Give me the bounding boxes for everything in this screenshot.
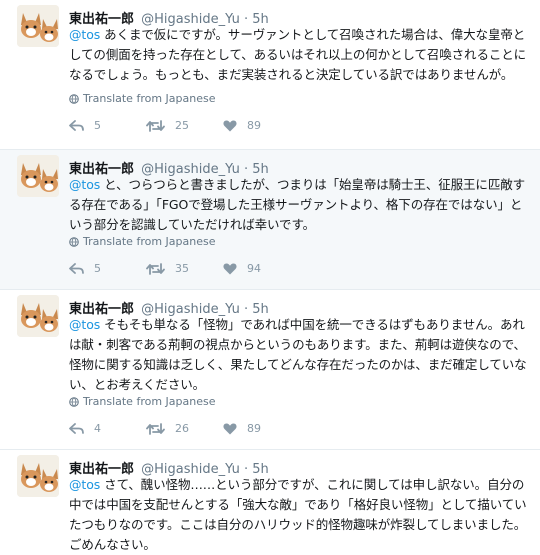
reply-arrow-icon (69, 119, 84, 131)
corgi-avatar-icon (17, 295, 59, 337)
retweet-button[interactable]: 26 (146, 422, 223, 435)
like-button[interactable]: 89 (223, 119, 300, 132)
translate-link[interactable]: Translate from Japanese (69, 235, 215, 248)
heart-icon (223, 263, 237, 274)
tweet-body-text: そもそも単なる「怪物」であれば中国を統一できるはずもありません。あれは献・刺客で… (69, 317, 527, 392)
heart-icon (223, 423, 237, 434)
corgi-avatar-icon (17, 455, 59, 497)
avatar[interactable] (17, 5, 59, 47)
tweet[interactable]: 東出祐一郎 @Higashide_Yu · 5h @tos あくまで仮にですが。サ… (0, 0, 540, 150)
avatar[interactable] (17, 455, 59, 497)
corgi-avatar-icon (17, 5, 59, 47)
retweet-button[interactable]: 35 (146, 262, 223, 275)
translate-label: Translate from Japanese (83, 395, 216, 408)
tweet-feed: 東出祐一郎 @Higashide_Yu · 5h @tos あくまで仮にですが。サ… (0, 0, 540, 555)
reply-button[interactable]: 5 (69, 119, 146, 132)
tweet[interactable]: 東出祐一郎 @Higashide_Yu · 5h @tos と、つらつらと書きまし… (0, 150, 540, 290)
retweet-button[interactable]: 25 (146, 119, 223, 132)
tweet[interactable]: 東出祐一郎 @Higashide_Yu · 5h @tos そもそも単なる「怪物」… (0, 290, 540, 450)
retweet-icon (146, 262, 165, 275)
retweet-icon (146, 422, 165, 435)
tweet-body-text: さて、醜い怪物……という部分ですが、これに関しては申し訳ない。自分の中では中国を… (69, 477, 527, 552)
heart-icon (223, 120, 237, 131)
translate-label: Translate from Japanese (83, 92, 216, 105)
reply-arrow-icon (69, 262, 84, 274)
mention-link[interactable]: @tos (69, 477, 100, 492)
translate-link[interactable]: Translate from Japanese (69, 92, 215, 105)
tweet-actions: 5 35 94 (69, 262, 300, 275)
like-button[interactable]: 94 (223, 262, 300, 275)
globe-icon (69, 396, 79, 407)
tweet-body-text: と、つらつらと書きましたが、つまりは「始皇帝は騎士王、征服王に匹敵する存在である… (69, 177, 526, 232)
reply-arrow-icon (69, 422, 84, 434)
tweet-body-text: あくまで仮にですが。サーヴァントとして召喚された場合は、偉大な皇帝としての側面を… (69, 27, 527, 82)
retweet-count: 35 (175, 262, 189, 275)
translate-link[interactable]: Translate from Japanese (69, 395, 215, 408)
globe-icon (69, 236, 79, 247)
mention-link[interactable]: @tos (69, 177, 100, 192)
corgi-avatar-icon (17, 155, 59, 197)
like-button[interactable]: 89 (223, 422, 300, 435)
reply-count: 5 (94, 119, 101, 132)
tweet-actions: 5 25 89 (69, 119, 300, 132)
reply-count: 5 (94, 262, 101, 275)
like-count: 94 (247, 262, 261, 275)
avatar[interactable] (17, 295, 59, 337)
mention-link[interactable]: @tos (69, 27, 100, 42)
reply-button[interactable]: 4 (69, 422, 146, 435)
tweet[interactable]: 東出祐一郎 @Higashide_Yu · 5h @tos さて、醜い怪物……とい… (0, 450, 540, 555)
translate-label: Translate from Japanese (83, 235, 216, 248)
tweet-text: @tos と、つらつらと書きましたが、つまりは「始皇帝は騎士王、征服王に匹敵する存… (69, 175, 531, 235)
like-count: 89 (247, 422, 261, 435)
reply-count: 4 (94, 422, 101, 435)
tweet-text: @tos あくまで仮にですが。サーヴァントとして召喚された場合は、偉大な皇帝として… (69, 25, 531, 85)
mention-link[interactable]: @tos (69, 317, 100, 332)
like-count: 89 (247, 119, 261, 132)
reply-button[interactable]: 5 (69, 262, 146, 275)
avatar[interactable] (17, 155, 59, 197)
tweet-text: @tos さて、醜い怪物……という部分ですが、これに関しては申し訳ない。自分の中で… (69, 475, 531, 555)
retweet-count: 25 (175, 119, 189, 132)
tweet-text: @tos そもそも単なる「怪物」であれば中国を統一できるはずもありません。あれは献… (69, 315, 531, 395)
retweet-count: 26 (175, 422, 189, 435)
retweet-icon (146, 119, 165, 132)
tweet-actions: 4 26 89 (69, 422, 300, 435)
globe-icon (69, 93, 79, 104)
